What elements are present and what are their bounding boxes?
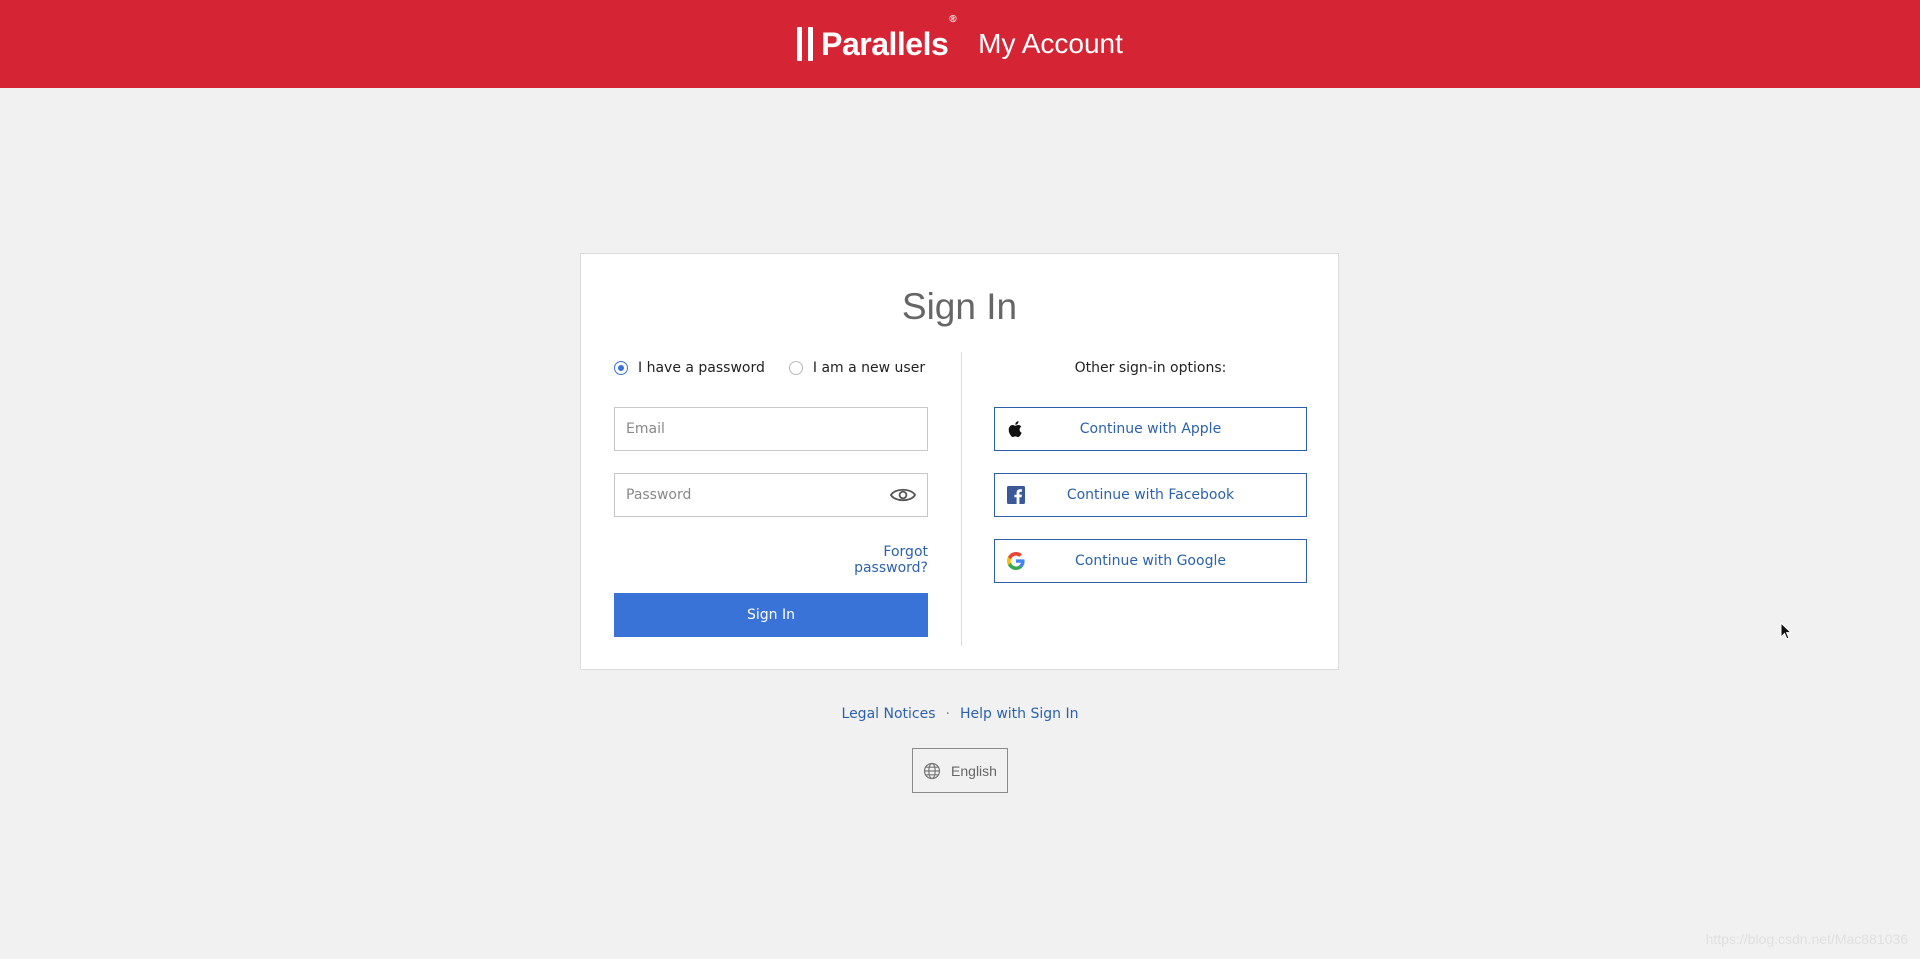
radio-circle-checked[interactable] (614, 361, 628, 375)
signin-mode-radios: I have a password I am a new user (614, 360, 925, 376)
facebook-icon (1007, 486, 1025, 504)
column-divider (961, 352, 962, 646)
header-title: My Account (978, 28, 1123, 59)
top-bar: Parallels® My Account (0, 0, 1920, 88)
parallels-logo-icon (797, 27, 814, 61)
page-title: Sign In (901, 286, 1018, 327)
footer-separator: · (945, 706, 950, 722)
google-button-label: Continue with Google (1075, 553, 1226, 569)
email-field-container (614, 407, 928, 451)
language-label: English (951, 762, 997, 779)
help-with-signin-link[interactable]: Help with Sign In (960, 706, 1079, 722)
globe-icon (923, 762, 941, 779)
brand: Parallels® My Account (797, 13, 1123, 63)
radio-label: I am a new user (812, 360, 926, 376)
signin-card: Sign In I have a password I am a new use… (580, 253, 1339, 670)
sign-in-button[interactable]: Sign In (614, 593, 928, 637)
radio-have-password[interactable]: I have a password (614, 360, 765, 376)
eye-icon[interactable] (890, 486, 916, 504)
facebook-button-label: Continue with Facebook (1066, 487, 1235, 503)
apple-icon (1008, 421, 1022, 437)
radio-new-user[interactable]: I am a new user (788, 360, 926, 376)
continue-with-apple-button[interactable]: Continue with Apple (994, 407, 1307, 451)
footer-links: Legal Notices · Help with Sign In (0, 706, 1920, 722)
watermark-text: https://blog.csdn.net/Mac881036 (1705, 931, 1908, 947)
email-field[interactable] (626, 421, 916, 437)
apple-button-label: Continue with Apple (1079, 421, 1222, 437)
google-icon (1007, 552, 1025, 570)
continue-with-facebook-button[interactable]: Continue with Facebook (994, 473, 1307, 517)
password-field[interactable] (626, 487, 890, 503)
radio-label: I have a password (638, 360, 765, 376)
logo-text: Parallels® (821, 13, 957, 62)
forgot-password-link[interactable]: Forgot password? (814, 544, 928, 576)
password-field-container (614, 473, 928, 517)
mouse-cursor-icon (1780, 622, 1792, 640)
continue-with-google-button[interactable]: Continue with Google (994, 539, 1307, 583)
language-selector-button[interactable]: English (912, 748, 1008, 793)
legal-notices-link[interactable]: Legal Notices (842, 706, 936, 722)
other-signin-label: Other sign-in options: (1074, 360, 1227, 376)
radio-circle[interactable] (788, 361, 803, 375)
